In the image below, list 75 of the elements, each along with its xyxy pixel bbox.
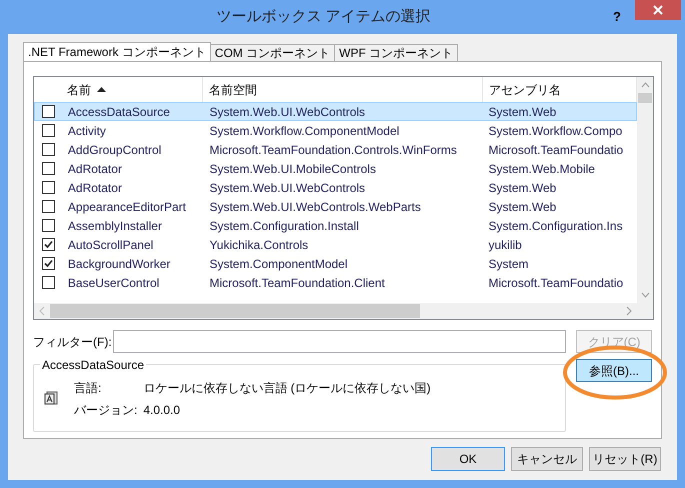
scroll-thumb[interactable]: [638, 93, 652, 103]
language-label: 言語:: [74, 380, 102, 397]
table-cell-text: BackgroundWorker: [66, 256, 172, 272]
table-cell-text: yukilib: [488, 236, 523, 254]
checkmark-icon: [44, 240, 53, 249]
help-button[interactable]: ?: [607, 7, 627, 27]
dialog-button[interactable]: キャンセル: [511, 447, 583, 471]
checkbox[interactable]: [42, 124, 55, 137]
table-row[interactable]: AccessDataSource System.Web.UI.WebControls System.Web: [34, 102, 637, 121]
window-title: ツールボックス アイテムの選択: [215, 6, 432, 27]
horizontal-scrollbar[interactable]: [34, 303, 637, 319]
table-cell-text: Microsoft.TeamFoundation.Controls.WinForms: [208, 142, 458, 158]
table-cell-text: AutoScrollPanel: [66, 236, 154, 254]
table-cell-text: AddGroupControl: [66, 142, 162, 158]
checkbox[interactable]: [42, 219, 55, 232]
table-cell-text: AssemblyInstaller: [66, 218, 163, 234]
close-icon: [653, 5, 663, 15]
tab[interactable]: WPF コンポーネント: [335, 44, 458, 61]
table-cell-text: BaseUserControl: [66, 274, 160, 292]
checkbox[interactable]: [42, 238, 55, 251]
browse-button[interactable]: 参照(B)...: [576, 359, 652, 382]
table-cell-text: System.Web: [488, 104, 558, 120]
sort-arrow-icon: [97, 87, 106, 92]
table-cell-text: System.Web: [488, 198, 558, 216]
checkbox[interactable]: [42, 276, 55, 289]
table-cell-text: AdRotator: [66, 160, 123, 178]
tab[interactable]: .NET Framework コンポーネント: [23, 42, 211, 61]
close-button[interactable]: [635, 0, 681, 20]
table-cell-text: Microsoft.TeamFoundation.Client: [208, 274, 386, 292]
tab[interactable]: COM コンポーネント: [210, 44, 336, 61]
table-cell-text: Microsoft.TeamFoundatio: [488, 274, 624, 292]
table-cell-text: System.Workflow.Compo: [488, 122, 624, 140]
version-value: 4.0.0.0: [143, 402, 182, 419]
version-label: バージョン:: [74, 402, 138, 419]
table-cell-text: System.ComponentModel: [208, 256, 349, 272]
checkmark-icon: [44, 259, 53, 268]
table-cell-text: AdRotator: [66, 180, 123, 196]
table-cell-text: System.Web.UI.MobileControls: [208, 160, 377, 178]
table-row[interactable]: AdRotator System.Web.UI.MobileControls System.Web.Mobile: [34, 159, 637, 178]
table-cell-text: System.Web.UI.WebControls: [208, 104, 366, 120]
filter-label: フィルター(F):: [33, 334, 113, 350]
table-row[interactable]: AutoScrollPanel Yukichika.Controls yukilib: [34, 235, 637, 254]
dialog-button[interactable]: リセット(R): [589, 447, 661, 471]
table-cell-text: System.Configuration.Ins: [488, 218, 624, 234]
checkbox[interactable]: [42, 143, 55, 156]
table-cell-text: System.Configuration.Install: [208, 218, 360, 234]
table-row[interactable]: BaseUserControl Microsoft.TeamFoundation.Client Microsoft.TeamFoundatio: [34, 273, 637, 292]
table-cell-text: System.Workflow.ComponentModel: [208, 122, 400, 140]
table-cell-text: System.Web.Mobile: [488, 160, 596, 178]
scroll-thumb[interactable]: [50, 304, 420, 318]
table-row[interactable]: AppearanceEditorPart System.Web.UI.WebControls.WebParts System.Web: [34, 197, 637, 216]
table-cell-text: Activity: [66, 122, 107, 140]
table-row[interactable]: AdRotator System.Web.UI.WebControls System.Web: [34, 178, 637, 197]
table-cell-text: Microsoft.TeamFoundatio: [488, 142, 624, 158]
filter-field[interactable]: [112, 330, 566, 353]
dialog-button[interactable]: OK: [431, 447, 505, 471]
vertical-scrollbar[interactable]: [637, 77, 653, 303]
checkbox[interactable]: [42, 181, 55, 194]
table-cell-text: System.Web.UI.WebControls.WebParts: [208, 198, 422, 216]
table-row[interactable]: Activity System.Workflow.ComponentModel System.Workflow.Compo: [34, 121, 637, 140]
language-value: ロケールに依存しない言語 (ロケールに依存しない国): [143, 380, 431, 397]
checkbox[interactable]: [42, 162, 55, 175]
component-icon: [44, 391, 58, 405]
table-row[interactable]: AssemblyInstaller System.Configuration.Install System.Configuration.Ins: [34, 216, 637, 235]
table-cell-text: AppearanceEditorPart: [66, 198, 187, 216]
table-row[interactable]: BackgroundWorker System.ComponentModel System: [34, 254, 637, 273]
table-cell-text: System: [488, 256, 530, 272]
table-cell-text: AccessDataSource: [66, 104, 171, 120]
table-cell-text: System.Web.UI.WebControls: [208, 180, 366, 196]
checkbox[interactable]: [42, 105, 55, 118]
table-row[interactable]: AddGroupControl Microsoft.TeamFoundation.Controls.WinForms Microsoft.TeamFoundatio: [34, 140, 637, 159]
checkbox[interactable]: [42, 257, 55, 270]
table-cell-text: System.Web: [488, 180, 558, 196]
checkbox[interactable]: [42, 200, 55, 213]
table-cell-text: Yukichika.Controls: [208, 236, 310, 254]
